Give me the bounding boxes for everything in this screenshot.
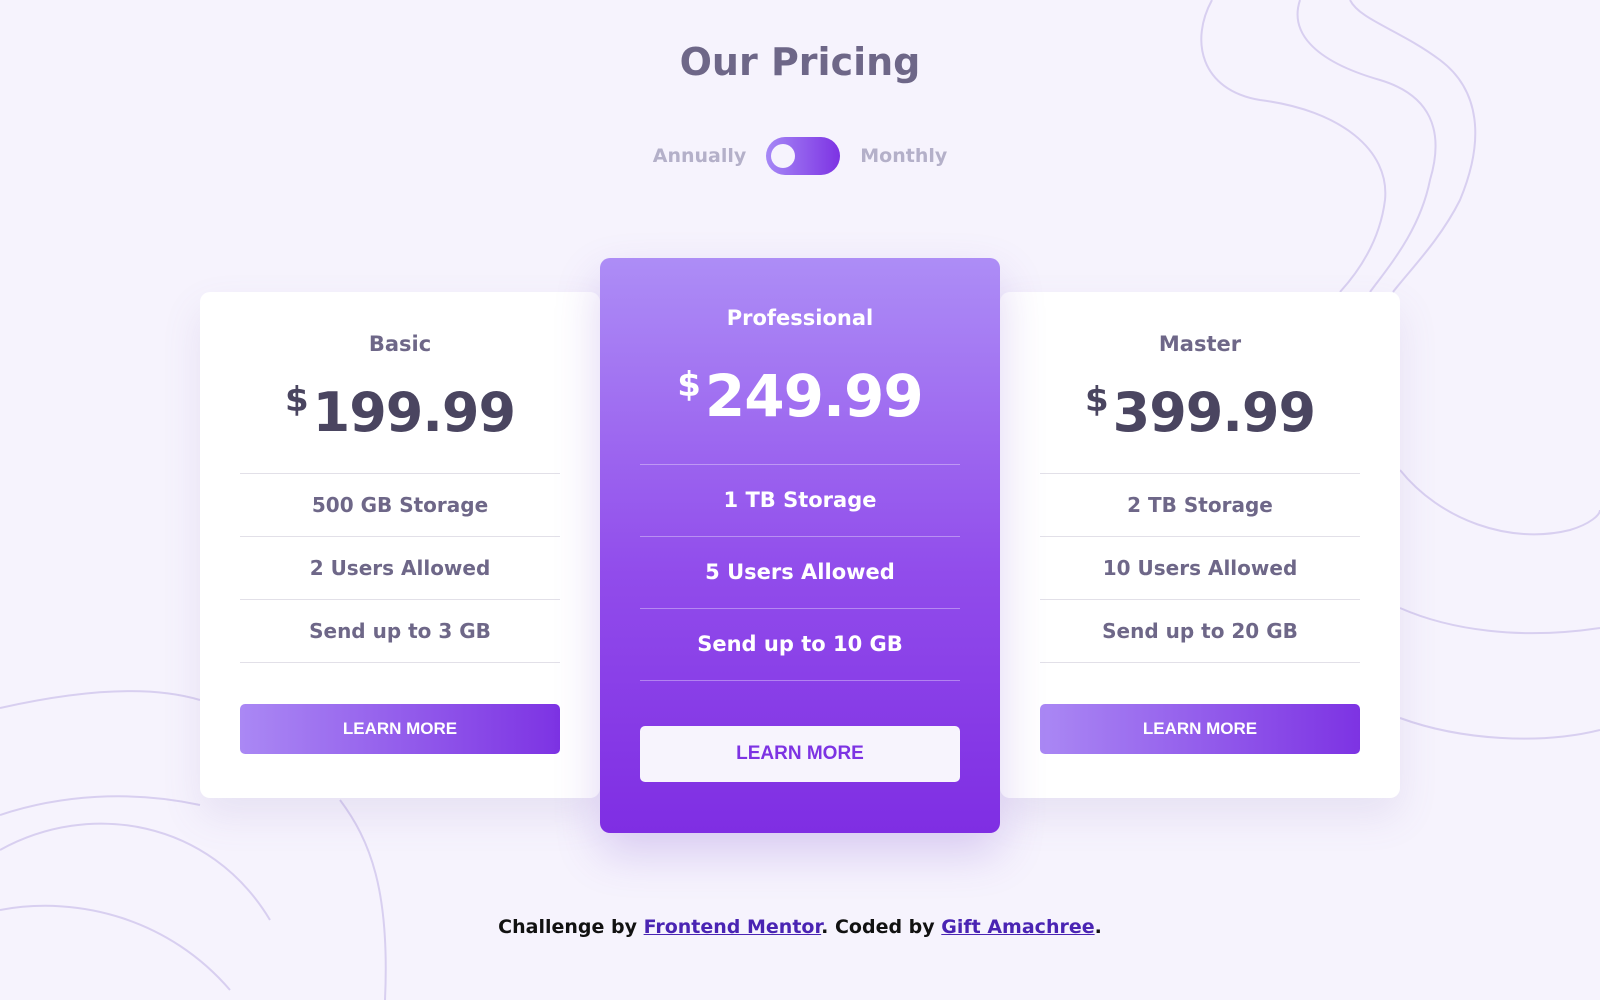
feature-users: 2 Users Allowed [240,536,560,599]
toggle-knob [771,144,796,168]
feature-users: 10 Users Allowed [1040,536,1360,599]
feature-storage: 1 TB Storage [640,464,960,536]
learn-more-button-master[interactable]: LEARN MORE [1040,704,1360,754]
feature-users: 5 Users Allowed [640,536,960,608]
currency-symbol: $ [284,380,309,420]
feature-list: 1 TB Storage 5 Users Allowed Send up to … [640,464,960,681]
plan-card-professional: Professional $249.99 1 TB Storage 5 User… [600,258,1000,833]
billing-toggle-row: Annually Monthly [0,137,1600,175]
plan-name: Master [1158,332,1242,356]
footer-prefix: Challenge by [498,916,644,938]
footer-middle: . Coded by [821,916,942,938]
feature-storage: 500 GB Storage [240,473,560,536]
plan-card-basic: Basic $199.99 500 GB Storage 2 Users All… [200,292,600,798]
feature-send: Send up to 10 GB [640,608,960,681]
monthly-label[interactable]: Monthly [860,145,947,167]
footer-suffix: . [1094,916,1102,938]
feature-send: Send up to 3 GB [240,599,560,663]
frontend-mentor-link[interactable]: Frontend Mentor [644,916,822,938]
plan-card-master: Master $399.99 2 TB Storage 10 Users All… [1000,292,1400,798]
currency-symbol: $ [1084,380,1109,420]
plan-price: $399.99 [1000,380,1400,444]
annually-label[interactable]: Annually [653,145,747,167]
feature-storage: 2 TB Storage [1040,473,1360,536]
learn-more-button-basic[interactable]: LEARN MORE [240,704,560,754]
feature-send: Send up to 20 GB [1040,599,1360,663]
price-amount: 399.99 [1112,381,1316,444]
plan-name: Basic [368,332,432,356]
attribution-footer: Challenge by Frontend Mentor. Coded by G… [0,916,1600,938]
currency-symbol: $ [677,365,701,405]
feature-list: 2 TB Storage 10 Users Allowed Send up to… [1040,473,1360,663]
page-title: Our Pricing [679,40,921,84]
feature-list: 500 GB Storage 2 Users Allowed Send up t… [240,473,560,663]
billing-toggle-switch[interactable] [766,137,841,175]
plan-price: $249.99 [600,362,1000,430]
plan-price: $199.99 [200,380,600,444]
author-link[interactable]: Gift Amachree [941,916,1094,938]
price-amount: 199.99 [312,381,516,444]
price-amount: 249.99 [704,362,924,430]
learn-more-button-professional[interactable]: LEARN MORE [640,726,960,782]
plan-name: Professional [726,306,874,330]
